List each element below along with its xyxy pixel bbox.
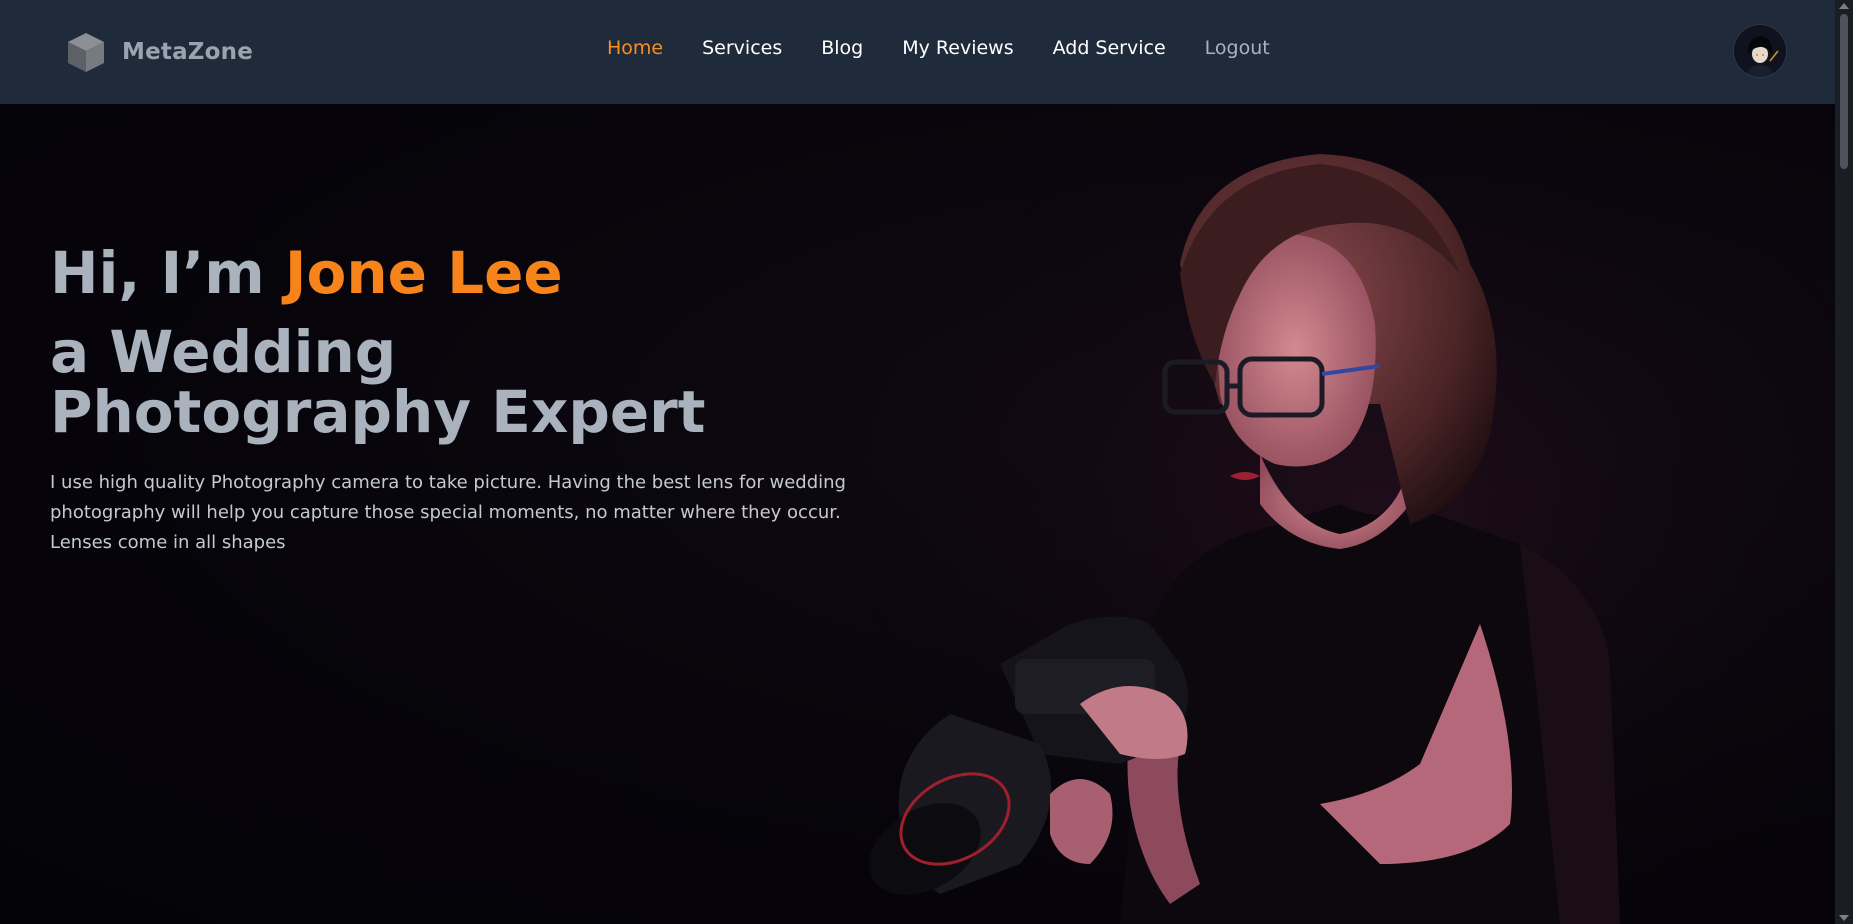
scroll-down-icon[interactable]	[1839, 915, 1849, 921]
brand[interactable]: MetaZone	[64, 30, 253, 74]
hero-name: Jone Lee	[284, 239, 563, 307]
user-avatar[interactable]	[1734, 25, 1786, 77]
hero-title: a Wedding Photography Expert	[50, 318, 706, 446]
photographer-image	[820, 104, 1835, 924]
brand-name: MetaZone	[122, 39, 254, 65]
nav-add-service[interactable]: Add Service	[1053, 37, 1166, 59]
hero-greeting-heading: Hi, I’m Jone Lee	[50, 240, 910, 306]
scrollbar-thumb[interactable]	[1840, 14, 1848, 169]
nav-logout[interactable]: Logout	[1205, 37, 1270, 59]
page-scrollbar[interactable]	[1835, 0, 1853, 924]
nav-blog[interactable]: Blog	[821, 37, 863, 59]
nav-home[interactable]: Home	[607, 37, 663, 59]
page: MetaZone Home Services Blog My Reviews A…	[0, 0, 1853, 924]
main-nav: Home Services Blog My Reviews Add Servic…	[607, 37, 1270, 59]
hero-greeting: Hi, I’m	[50, 239, 285, 307]
navbar: MetaZone Home Services Blog My Reviews A…	[0, 0, 1835, 104]
scroll-up-icon[interactable]	[1839, 3, 1849, 9]
hero-text: Hi, I’m Jone Lee a Wedding Photography E…	[50, 240, 910, 558]
hero-description: I use high quality Photography camera to…	[50, 472, 846, 553]
cube-icon	[68, 33, 104, 72]
hero-section: Hi, I’m Jone Lee a Wedding Photography E…	[0, 104, 1835, 924]
avatar-illustration	[1734, 25, 1786, 77]
nav-services[interactable]: Services	[702, 37, 782, 59]
nav-my-reviews[interactable]: My Reviews	[902, 37, 1013, 59]
